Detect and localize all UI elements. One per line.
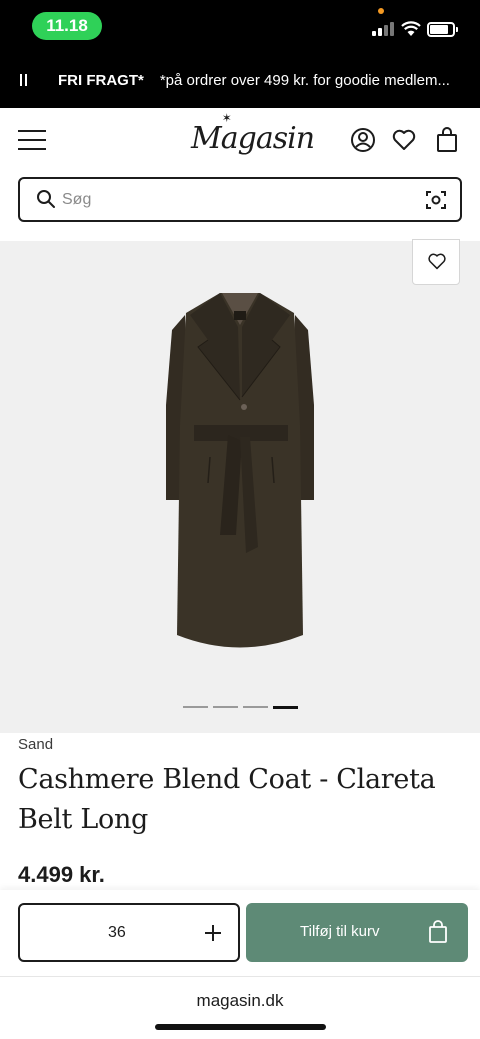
wishlist-heart-icon[interactable] [391, 127, 417, 153]
logo-star-icon: ✶ [221, 111, 232, 125]
shopping-bag-icon[interactable] [434, 127, 460, 153]
gallery-pagination [183, 705, 298, 709]
add-to-cart-bar: 36 Tilføj til kurv [0, 890, 480, 976]
size-selector[interactable]: 36 [18, 903, 240, 962]
plus-icon[interactable] [196, 915, 230, 951]
heart-icon [428, 253, 446, 270]
home-indicator[interactable] [155, 1024, 326, 1030]
product-title: Cashmere Blend Coat - Clareta Belt Long [18, 764, 436, 835]
magasin-logo[interactable]: Ma ✶ gasin [191, 111, 315, 156]
gallery-dot-active[interactable] [273, 705, 298, 709]
search-icon [37, 190, 55, 208]
account-icon[interactable] [350, 127, 376, 153]
signal-icon [372, 22, 394, 36]
product-photo-coat [166, 293, 314, 648]
search-input[interactable] [62, 187, 422, 213]
menu-icon[interactable] [18, 130, 46, 150]
camera-indicator-dot [378, 8, 384, 14]
browser-address-bar[interactable]: magasin.dk [0, 976, 480, 1039]
status-time: 11.18 [32, 12, 102, 40]
gallery-dot[interactable] [243, 706, 268, 708]
selected-size: 36 [108, 924, 126, 941]
site-header: Ma ✶ gasin [0, 108, 480, 174]
promo-text[interactable]: *på ordrer over 499 kr. for goodie medle… [160, 72, 450, 89]
url-text[interactable]: magasin.dk [0, 991, 480, 1011]
add-to-wishlist-button[interactable] [412, 239, 460, 285]
product-image-gallery[interactable] [0, 239, 480, 733]
add-to-cart-button[interactable]: Tilføj til kurv [246, 903, 468, 962]
wifi-icon [401, 21, 421, 36]
promo-title: FRI FRAGT* [58, 71, 144, 89]
promo-banner: FRI FRAGT* *på ordrer over 499 kr. for g… [0, 52, 480, 108]
add-to-cart-label: Tilføj til kurv [300, 923, 380, 940]
product-brand[interactable]: Sand [18, 736, 53, 753]
product-price: 4.499 kr. [18, 862, 105, 887]
gallery-dot[interactable] [213, 706, 238, 708]
gallery-dot[interactable] [183, 706, 208, 708]
pause-icon[interactable] [20, 74, 38, 86]
search-bar[interactable] [18, 177, 462, 222]
visual-search-camera-icon[interactable] [425, 189, 447, 211]
status-bar: 11.18 [0, 0, 480, 52]
battery-icon [427, 22, 458, 37]
shopping-bag-icon [429, 920, 447, 943]
